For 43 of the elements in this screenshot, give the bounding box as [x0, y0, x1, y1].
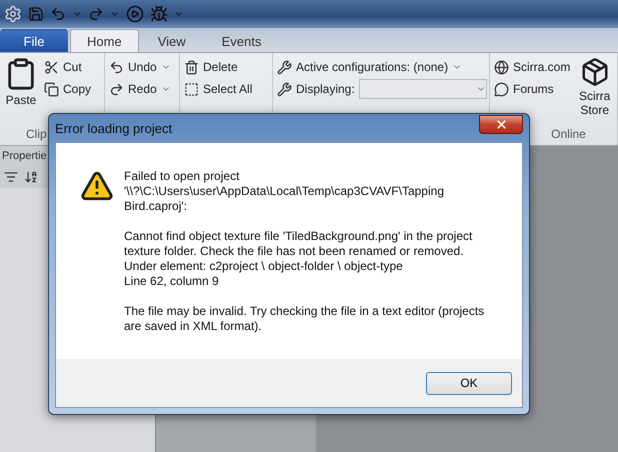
- error-message: The file may be invalid. Try checking the file in a text editor (projects are saved in XML format).: [124, 304, 484, 334]
- gear-icon[interactable]: [4, 5, 22, 23]
- forums-link[interactable]: Forums: [494, 79, 570, 99]
- select-all-button[interactable]: Select All: [184, 79, 252, 99]
- undo-icon[interactable]: [109, 60, 124, 74]
- copy-icon[interactable]: [44, 82, 59, 96]
- cut-icon[interactable]: [44, 60, 59, 74]
- warning-icon: [80, 169, 114, 203]
- error-message: Failed to open project '\\?\C:\Users\user\AppData\Local\Temp\cap3CVAVF\Tapping Bird.caproj':: [124, 169, 445, 214]
- globe-icon[interactable]: [494, 60, 509, 74]
- redo-button[interactable]: Redo: [109, 79, 171, 99]
- tools-icon[interactable]: [277, 82, 292, 96]
- ribbon-tab[interactable]: Events: [204, 29, 278, 52]
- active-configurations-dropdown[interactable]: Active configurations: (none): [277, 57, 487, 77]
- dialog-title: Error loading project: [55, 120, 172, 136]
- delete-button[interactable]: Delete: [184, 57, 252, 77]
- trash-icon[interactable]: [184, 60, 199, 74]
- ok-button[interactable]: OK: [426, 372, 512, 394]
- ribbon-tab[interactable]: View: [140, 29, 203, 52]
- file-menu-button[interactable]: File: [0, 29, 68, 52]
- scirra-com-link[interactable]: Scirra.com: [494, 57, 570, 77]
- play-icon[interactable]: [126, 5, 144, 23]
- scirra-store-button[interactable]: Scirra Store: [576, 57, 613, 127]
- copy-button[interactable]: Copy: [44, 79, 92, 99]
- cut-button[interactable]: Cut: [44, 57, 92, 77]
- sort-icon[interactable]: [24, 170, 38, 184]
- bug-icon[interactable]: [150, 5, 168, 23]
- categorized-icon[interactable]: [4, 170, 18, 184]
- displaying-label: Displaying:: [296, 82, 355, 96]
- close-icon: [494, 118, 508, 130]
- selection-icon[interactable]: [184, 82, 199, 96]
- paste-button[interactable]: Paste: [4, 57, 38, 127]
- save-icon[interactable]: [28, 6, 44, 22]
- tools-icon[interactable]: [277, 60, 292, 74]
- group-label: Clip: [26, 127, 47, 143]
- chest-icon[interactable]: [580, 57, 610, 87]
- undo-button[interactable]: Undo: [109, 57, 171, 77]
- redo-icon[interactable]: [109, 82, 124, 96]
- error-message: Cannot find object texture file 'TiledBackground.png' in the project texture folder. Check the file has not been renamed or removed. Under element: c2project \ object-folder \ object-type Line 62, column 9: [124, 229, 474, 289]
- group-label: Online: [551, 127, 586, 143]
- close-button[interactable]: [479, 114, 523, 134]
- chat-icon[interactable]: [494, 82, 509, 96]
- ribbon-tab[interactable]: Home: [70, 29, 139, 52]
